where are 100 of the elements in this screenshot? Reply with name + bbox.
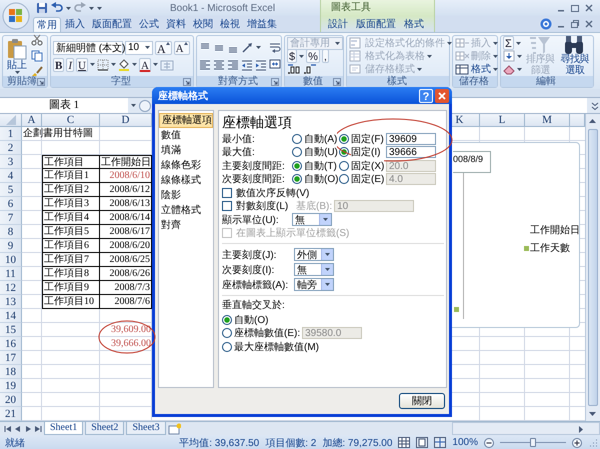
caret-icon[interactable] [325,283,330,286]
caret-icon[interactable] [145,46,150,49]
zoom-out-icon[interactable] [484,438,494,448]
row-number[interactable]: 9 [0,239,22,253]
undo-icon[interactable] [51,2,63,14]
checkbox[interactable] [222,188,232,198]
row-number[interactable]: 10 [0,253,22,267]
caret-icon[interactable] [132,63,137,66]
increase-decimal-icon[interactable] [287,64,301,74]
row-number[interactable]: 11 [0,267,22,281]
caret-icon[interactable] [66,6,71,10]
close-button[interactable] [435,88,449,102]
ribbon-tab[interactable]: 插入 [62,17,88,32]
tick-dropdown[interactable]: 軸旁 [294,278,334,291]
row-number[interactable]: 13 [0,295,22,309]
ribbon-tab[interactable]: 版面配置 [353,17,399,32]
font-color-button[interactable]: A [138,58,151,72]
border-icon[interactable] [96,58,109,70]
font-field[interactable]: 新細明體 (本文) [53,40,123,54]
up-caret-icon[interactable] [184,42,188,44]
up-caret-icon[interactable] [166,42,170,44]
page-break-icon[interactable] [434,437,446,448]
sheet-tab[interactable]: Sheet3 [126,422,166,435]
decrease-indent-icon[interactable] [241,58,253,70]
shrink-font-button[interactable]: A [174,40,190,54]
ribbon-tab[interactable]: 資料 [163,17,189,32]
row-number[interactable]: 20 [0,393,22,407]
new-sheet-icon[interactable] [168,422,181,434]
category-item[interactable]: 線條樣式 [159,173,213,188]
maximize-icon[interactable] [570,3,580,13]
ribbon-tab[interactable]: 公式 [136,17,162,32]
underline-button[interactable]: U [76,58,88,72]
first-arrow-icon[interactable] [4,424,12,432]
row-number[interactable]: 7 [0,211,22,225]
radio-button[interactable] [222,328,232,338]
radio-button[interactable] [339,174,349,184]
expand-icon[interactable] [590,100,600,110]
row-number[interactable]: 5 [0,183,22,197]
autosum-button[interactable]: Σ [503,36,514,50]
wrap-text-icon[interactable] [269,42,281,54]
checkbox[interactable] [222,201,232,212]
category-item[interactable]: 填滿 [159,143,213,158]
category-item[interactable]: 數值 [159,128,213,143]
row-number[interactable]: 19 [0,379,22,393]
ribbon-tab[interactable]: 常用 [33,17,61,32]
category-item[interactable]: 對齊 [159,218,213,233]
clipboard-icon[interactable] [6,38,28,60]
percent-button[interactable]: % [306,49,320,63]
scissors-icon[interactable] [31,34,43,46]
caret-icon[interactable] [256,46,261,49]
copy-icon[interactable] [31,50,43,62]
zoom-level[interactable]: 100% [452,437,478,448]
ribbon-tab[interactable]: 檢視 [217,17,243,32]
scrollbar-thumb[interactable] [588,129,598,406]
column-header[interactable]: D [100,114,152,127]
size-field[interactable]: 10 [125,40,153,54]
normal-view-icon[interactable] [398,437,410,448]
radio-button[interactable] [222,314,232,325]
help-button[interactable]: ? [419,88,433,102]
close-icon[interactable] [584,3,594,13]
radio-button[interactable] [339,134,349,144]
radio-button[interactable] [222,342,232,352]
ribbon-tab[interactable]: 設計 [325,17,351,32]
sheet-tab[interactable]: Sheet1 [44,422,84,435]
caret-icon[interactable] [517,68,522,70]
radio-button[interactable] [292,147,302,158]
zoom-slider-thumb[interactable] [530,438,536,447]
row-number[interactable]: 3 [0,155,22,169]
row-number[interactable]: 21 [0,407,22,421]
restore-icon[interactable] [570,19,580,29]
value-field[interactable]: 39666 [386,146,436,158]
row-number[interactable]: 14 [0,309,22,323]
row-number[interactable]: 8 [0,225,22,239]
right-arrow-icon[interactable] [24,424,32,432]
resize-grip-icon[interactable] [588,438,598,448]
help-icon[interactable] [540,18,552,30]
category-item[interactable]: 座標軸選項 [159,113,213,128]
merge-cells-icon[interactable] [269,58,281,70]
caret-icon[interactable] [110,63,116,66]
ribbon-tab[interactable]: 版面配置 [89,17,135,32]
row-number[interactable]: 12 [0,281,22,295]
align-right-icon[interactable] [227,58,239,70]
sheet-tab[interactable]: Sheet2 [85,422,124,435]
italic-button[interactable]: I [66,58,74,72]
horizontal-scrollbar[interactable] [452,422,600,435]
close-button[interactable]: 關閉 [399,393,445,409]
category-item[interactable]: 立體格式 [159,203,213,218]
category-item[interactable]: 線條色彩 [159,158,213,173]
caret-icon[interactable] [14,71,20,74]
radio-button[interactable] [292,174,302,184]
row-number[interactable]: 1 [0,127,22,141]
ribbon-tab[interactable]: 校閱 [190,17,216,32]
category-item[interactable]: 陰影 [159,188,213,203]
caret-icon[interactable] [131,104,136,107]
row-number[interactable]: 17 [0,351,22,365]
column-header[interactable]: M [525,114,570,127]
cells-menu-item[interactable]: 格式 [455,62,498,76]
paste-button[interactable]: 貼上 [5,38,29,74]
radio-button[interactable] [339,160,349,171]
caret-icon[interactable] [299,54,304,58]
